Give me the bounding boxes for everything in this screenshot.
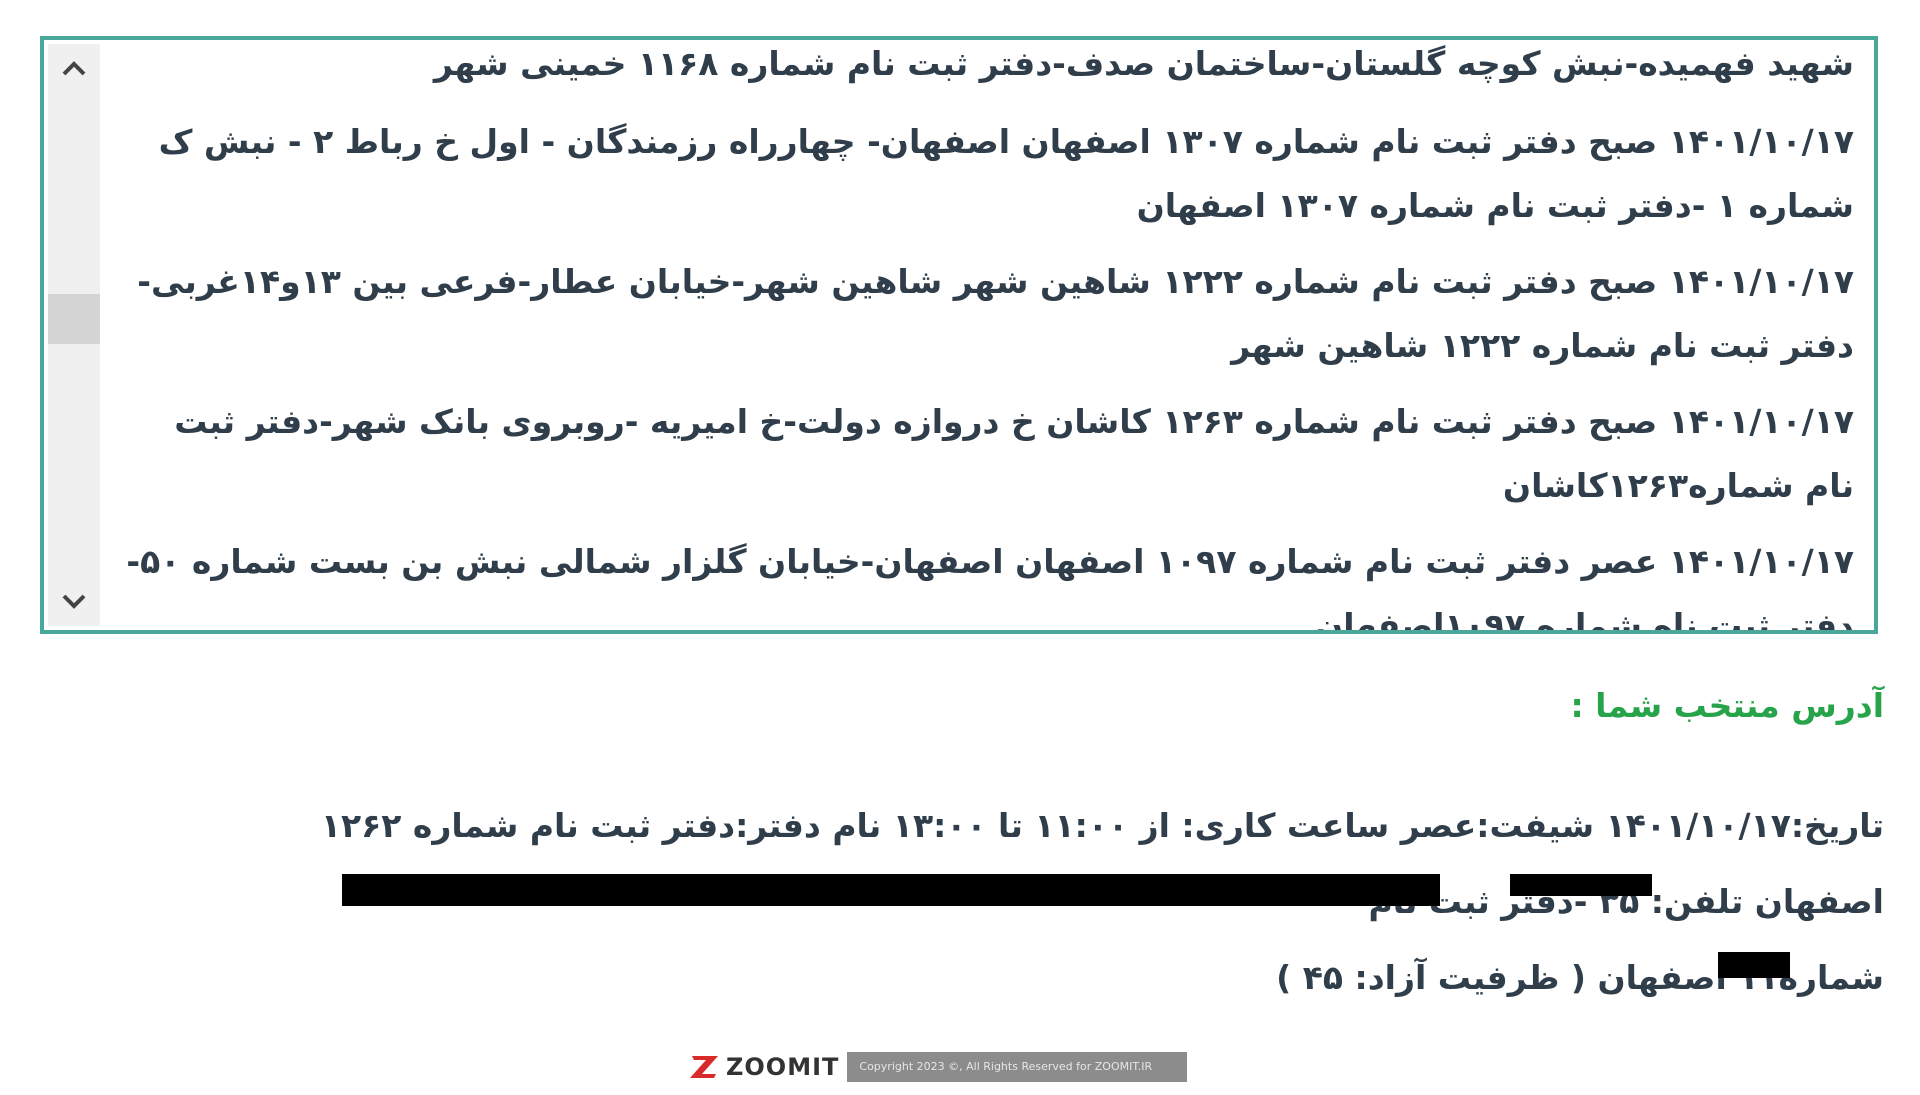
copyright-text: Copyright 2023 ©, All Rights Reserved fo… (847, 1052, 1188, 1082)
scroll-up-icon[interactable] (48, 44, 100, 92)
list-option[interactable]: ۱۴۰۱/۱۰/۱۷ صبح دفتر ثبت نام شماره ۱۲۲۲ ش… (114, 250, 1854, 378)
selected-address-label: آدرس منتخب شما : (1570, 686, 1885, 725)
scroll-down-icon[interactable] (48, 578, 100, 626)
brand-name: ZOOMIT (726, 1053, 840, 1081)
list-option[interactable]: ۱۴۰۱/۱۰/۱۷ صبح دفتر ثبت نام شماره ۱۳۰۷ ا… (114, 110, 1854, 238)
redaction-bar (342, 874, 1440, 906)
watermark-footer: ZOOMIT Copyright 2023 ©, All Rights Rese… (690, 1052, 1188, 1082)
registration-office-listbox[interactable]: شهید فهمیده-نبش کوچه گلستان-ساختمان صدف-… (40, 36, 1878, 634)
list-option[interactable]: شهید فهمیده-نبش کوچه گلستان-ساختمان صدف-… (114, 40, 1854, 96)
list-option[interactable]: ۱۴۰۱/۱۰/۱۷ صبح دفتر ثبت نام شماره ۱۲۶۳ ک… (114, 390, 1854, 518)
list-option[interactable]: ۱۴۰۱/۱۰/۱۷ عصر دفتر ثبت نام شماره ۱۰۹۷ ا… (114, 530, 1854, 630)
listbox-options: شهید فهمیده-نبش کوچه گلستان-ساختمان صدف-… (114, 40, 1854, 630)
selected-address-line-1: تاریخ:۱۴۰۱/۱۰/۱۷ شیفت:عصر ساعت کاری: از … (320, 806, 1884, 845)
zoomit-logo-icon (690, 1056, 718, 1078)
selected-address-line-3: شماره۱۱ اصفهان ( ظرفیت آزاد: ۴۵ ) (1276, 958, 1884, 997)
redaction-bar (1510, 874, 1652, 896)
redaction-bar (1718, 952, 1790, 978)
scroll-thumb[interactable] (48, 294, 100, 344)
listbox-scrollbar[interactable] (48, 44, 100, 626)
